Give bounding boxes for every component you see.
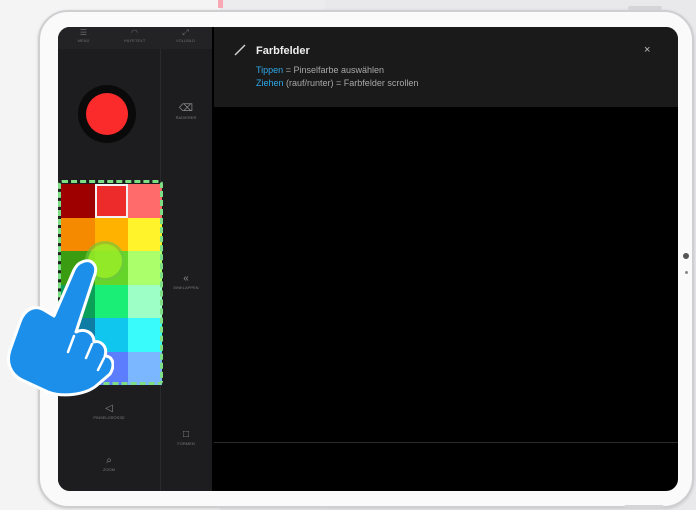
collapse-label: EINKLAPPEN [173, 285, 199, 290]
brush-size-label: PINSELGRÖSSE [93, 415, 125, 420]
fullscreen-icon: ⤢ [182, 28, 189, 37]
canvas-bottom-divider [214, 442, 678, 443]
sensor-dot [685, 271, 688, 274]
color-swatch[interactable] [128, 318, 162, 352]
collapse-button[interactable]: « EINKLAPPEN [161, 273, 211, 290]
color-swatch[interactable] [61, 184, 95, 218]
color-swatch[interactable] [128, 351, 162, 385]
pencil-icon [234, 44, 246, 56]
tablet-top-button [628, 6, 662, 10]
hint-tap-text: = Pinselfarbe auswählen [283, 65, 385, 75]
fullscreen-button[interactable]: ⤢ VOLLBILD [160, 27, 211, 49]
color-swatch[interactable] [94, 184, 129, 218]
hint-tap-keyword: Tippen [256, 65, 284, 75]
top-toolbar: ☰ MENÜ ◠ HILFETEXT ⤢ VOLLBILD [58, 27, 212, 49]
square-icon: □ [182, 429, 190, 440]
hint-drag-text: (rauf/runter) = Farbfelder scrollen [283, 78, 419, 88]
color-swatch[interactable] [61, 217, 95, 251]
eraser-button[interactable]: ⌫ RADIERER [161, 103, 211, 120]
wifi-icon: ◠ [131, 28, 138, 37]
color-swatch[interactable] [128, 184, 162, 218]
color-swatch[interactable] [128, 284, 162, 318]
tablet-bottom-button [624, 505, 664, 509]
color-swatch[interactable] [128, 217, 162, 251]
help-text-button[interactable]: ◠ HILFETEXT [109, 27, 160, 49]
color-swatch[interactable] [128, 251, 162, 285]
help-text-label: HILFETEXT [123, 38, 146, 43]
menu-icon: ☰ [79, 28, 88, 37]
speaker-icon: ◁ [105, 403, 113, 414]
eraser-label: RADIERER [175, 115, 197, 120]
menu-button[interactable]: ☰ MENÜ [58, 27, 109, 49]
pink-marker [218, 0, 223, 8]
close-icon[interactable]: × [644, 44, 650, 56]
zoom-button[interactable]: ⌕ ZOOM [84, 455, 134, 472]
pointing-hand-icon [7, 259, 114, 397]
shapes-label: FORMEN [177, 441, 195, 446]
menu-label: MENÜ [77, 38, 90, 43]
hint-drag-keyword: Ziehen [256, 78, 284, 88]
current-color-swatch [86, 93, 128, 135]
brush-size-button[interactable]: ◁ PINSELGRÖSSE [84, 403, 134, 420]
zoom-label: ZOOM [103, 467, 115, 472]
hint-title: Farbfelder [256, 45, 310, 57]
search-icon: ⌕ [106, 455, 112, 466]
eraser-icon: ⌫ [178, 103, 194, 114]
current-color-button[interactable] [78, 85, 136, 143]
app-screen: ☰ MENÜ ◠ HILFETEXT ⤢ VOLLBILD ⌫ RADIERER… [58, 27, 678, 491]
shapes-button[interactable]: □ FORMEN [161, 429, 211, 446]
chevron-double-left-icon: « [183, 273, 189, 284]
hint-line-drag: Ziehen (rauf/runter) = Farbfelder scroll… [256, 78, 418, 88]
hint-panel: Farbfelder Tippen = Pinselfarbe auswähle… [214, 27, 678, 107]
fullscreen-label: VOLLBILD [175, 38, 196, 43]
hint-line-tap: Tippen = Pinselfarbe auswählen [256, 65, 384, 75]
camera-icon [683, 253, 689, 259]
